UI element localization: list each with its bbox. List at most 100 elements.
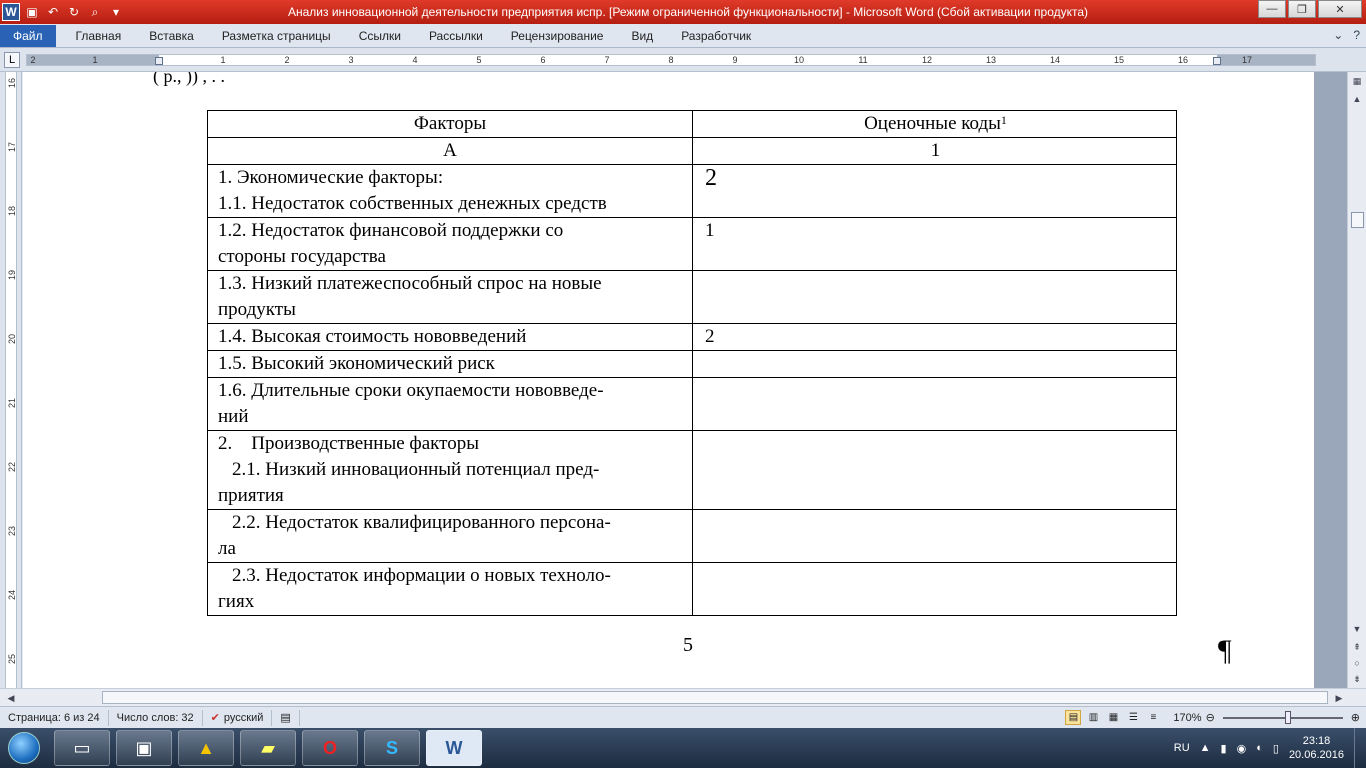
help-icon[interactable]: ? xyxy=(1353,28,1360,42)
code-cell[interactable]: 1 xyxy=(692,217,1177,271)
scroll-right-icon[interactable]: ▶ xyxy=(1332,691,1346,705)
show-desktop-button[interactable] xyxy=(1354,728,1366,768)
code-cell[interactable] xyxy=(692,430,1177,510)
tab-insert[interactable]: Вставка xyxy=(135,29,208,43)
ruler-toggle-icon[interactable]: ▦ xyxy=(1350,74,1364,88)
next-page-icon[interactable]: ⇟ xyxy=(1350,672,1364,686)
left-indent-marker[interactable] xyxy=(155,57,163,65)
table-subheader-row: А 1 xyxy=(207,137,1177,165)
status-page[interactable]: Страница: 6 из 24 xyxy=(0,709,109,726)
scroll-up-icon[interactable]: ▲ xyxy=(1350,92,1364,106)
redo-icon[interactable]: ↻ xyxy=(65,3,83,21)
document-page[interactable]: ( р., )) , . . Факторы Оценочные коды1 А… xyxy=(23,72,1314,688)
factors-table[interactable]: Факторы Оценочные коды1 А 1 1. Экономиче… xyxy=(207,110,1177,616)
code-cell[interactable]: 2 xyxy=(692,323,1177,351)
tab-home[interactable]: Главная xyxy=(62,29,136,43)
print-layout-view-icon[interactable]: ▤ xyxy=(1065,710,1082,725)
scroll-down-icon[interactable]: ▼ xyxy=(1350,622,1364,636)
skype-taskbar-icon[interactable]: S xyxy=(364,730,420,766)
tab-mailings[interactable]: Рассылки xyxy=(415,29,497,43)
customize-qat-icon[interactable]: ▾ xyxy=(107,3,125,21)
ruler-number: 17 xyxy=(1241,55,1253,65)
volume-icon[interactable]: ◐ xyxy=(1256,742,1263,754)
factor-cell[interactable]: 1.2. Недостаток финансовой поддержки со … xyxy=(207,217,693,271)
sticky-notes-taskbar-icon[interactable]: ▰ xyxy=(240,730,296,766)
factor-line: 2.2. Недостаток квалифицированного персо… xyxy=(218,510,682,536)
tray-expand-icon[interactable]: ▲ xyxy=(1200,742,1211,754)
status-word-count[interactable]: Число слов: 32 xyxy=(109,709,203,726)
factor-line: приятия xyxy=(218,485,284,506)
header-codes-text: Оценочные коды xyxy=(864,113,1001,134)
tab-developer[interactable]: Разработчик xyxy=(667,29,765,43)
start-button[interactable] xyxy=(0,728,48,768)
zoom-level[interactable]: 170% xyxy=(1173,712,1201,724)
factor-cell[interactable]: 2.3. Недостаток информации о новых техно… xyxy=(207,562,693,616)
print-preview-icon[interactable]: ⌕ xyxy=(86,3,104,21)
status-language[interactable]: ✔ русский xyxy=(203,709,273,726)
header-factors[interactable]: Факторы xyxy=(207,110,693,138)
macro-record-icon[interactable]: ▤ xyxy=(272,709,300,726)
undo-icon[interactable]: ↶ xyxy=(44,3,62,21)
code-cell[interactable] xyxy=(692,562,1177,616)
opera-taskbar-icon[interactable]: O xyxy=(302,730,358,766)
horizontal-scroll-thumb[interactable] xyxy=(102,691,1328,704)
save-icon[interactable]: ▣ xyxy=(23,3,41,21)
zoom-slider-thumb[interactable] xyxy=(1284,710,1291,724)
word-logo-icon[interactable]: W xyxy=(2,3,20,21)
table-row: 2. Производственные факторы 2.1. Низкий … xyxy=(207,430,1177,510)
factor-cell[interactable]: 1. Экономические факторы: 1.1. Недостато… xyxy=(207,164,693,218)
zoom-slider[interactable] xyxy=(1222,710,1343,724)
clock[interactable]: 23:18 20.06.2016 xyxy=(1289,734,1344,762)
update-icon[interactable]: ◉ xyxy=(1237,742,1247,755)
word-taskbar-icon[interactable]: W xyxy=(426,730,482,766)
web-layout-view-icon[interactable]: ▦ xyxy=(1105,710,1121,725)
tab-references[interactable]: Ссылки xyxy=(345,29,415,43)
browse-object-icon[interactable]: ○ xyxy=(1350,656,1364,670)
factor-cell[interactable]: 1.4. Высокая стоимость нововведений xyxy=(207,323,693,351)
minimize-button[interactable]: — xyxy=(1258,0,1286,18)
vertical-ruler[interactable]: 16 17 18 19 20 21 22 23 24 25 xyxy=(0,72,22,688)
scroll-left-icon[interactable]: ◀ xyxy=(4,691,18,705)
code-cell[interactable] xyxy=(692,509,1177,563)
vertical-scroll-thumb[interactable] xyxy=(1351,212,1364,228)
factor-cell[interactable]: 2.2. Недостаток квалифицированного персо… xyxy=(207,509,693,563)
power-icon[interactable]: ▯ xyxy=(1273,742,1279,755)
floppy-app-taskbar-icon[interactable]: ▣ xyxy=(116,730,172,766)
subheader-a[interactable]: А xyxy=(207,137,693,165)
right-indent-marker[interactable] xyxy=(1213,57,1221,65)
header-codes[interactable]: Оценочные коды1 xyxy=(692,110,1177,138)
quick-access-toolbar: W ▣ ↶ ↻ ⌕ ▾ xyxy=(0,0,125,24)
tab-review[interactable]: Рецензирование xyxy=(497,29,618,43)
vertical-scrollbar[interactable]: ▦ ▲ ▼ ⇞ ○ ⇟ xyxy=(1347,72,1366,688)
code-cell[interactable] xyxy=(692,377,1177,431)
network-icon[interactable]: ▮ xyxy=(1221,742,1227,755)
tab-selector-button[interactable]: L xyxy=(4,52,20,68)
tab-file[interactable]: Файл xyxy=(0,24,56,47)
reading-view-icon[interactable]: ▥ xyxy=(1085,710,1101,725)
ruler-right-margin xyxy=(1217,55,1315,65)
horizontal-scrollbar[interactable]: ◀ ▶ xyxy=(0,688,1366,706)
tab-view[interactable]: Вид xyxy=(617,29,667,43)
factor-cell[interactable]: 1.6. Длительные сроки окупаемости нововв… xyxy=(207,377,693,431)
zoom-out-icon[interactable]: ⊖ xyxy=(1206,711,1215,724)
factor-cell[interactable]: 1.3. Низкий платежеспособный спрос на но… xyxy=(207,270,693,324)
table-row: 1.6. Длительные сроки окупаемости нововв… xyxy=(207,377,1177,431)
outline-view-icon[interactable]: ☰ xyxy=(1125,710,1141,725)
code-cell[interactable] xyxy=(692,350,1177,378)
maximize-button[interactable]: ❐ xyxy=(1288,0,1316,18)
daemon-tools-taskbar-icon[interactable]: ▲ xyxy=(178,730,234,766)
factor-cell[interactable]: 2. Производственные факторы 2.1. Низкий … xyxy=(207,430,693,510)
zoom-in-icon[interactable]: ⊕ xyxy=(1351,711,1360,724)
factor-cell[interactable]: 1.5. Высокий экономический риск xyxy=(207,350,693,378)
language-indicator[interactable]: RU xyxy=(1174,742,1190,754)
horizontal-ruler[interactable]: L 2 1 1 2 3 4 5 6 7 8 9 10 11 12 13 14 1… xyxy=(0,48,1366,72)
subheader-1[interactable]: 1 xyxy=(692,137,1177,165)
close-button[interactable]: ✕ xyxy=(1318,0,1362,18)
explorer-taskbar-icon[interactable]: ▭ xyxy=(54,730,110,766)
previous-page-icon[interactable]: ⇞ xyxy=(1350,640,1364,654)
draft-view-icon[interactable]: ≡ xyxy=(1145,710,1161,725)
code-cell[interactable] xyxy=(692,270,1177,324)
ribbon-expand-icon[interactable]: ⌄ xyxy=(1333,28,1343,42)
code-cell[interactable]: 2 xyxy=(692,164,1177,218)
tab-page-layout[interactable]: Разметка страницы xyxy=(208,29,345,43)
